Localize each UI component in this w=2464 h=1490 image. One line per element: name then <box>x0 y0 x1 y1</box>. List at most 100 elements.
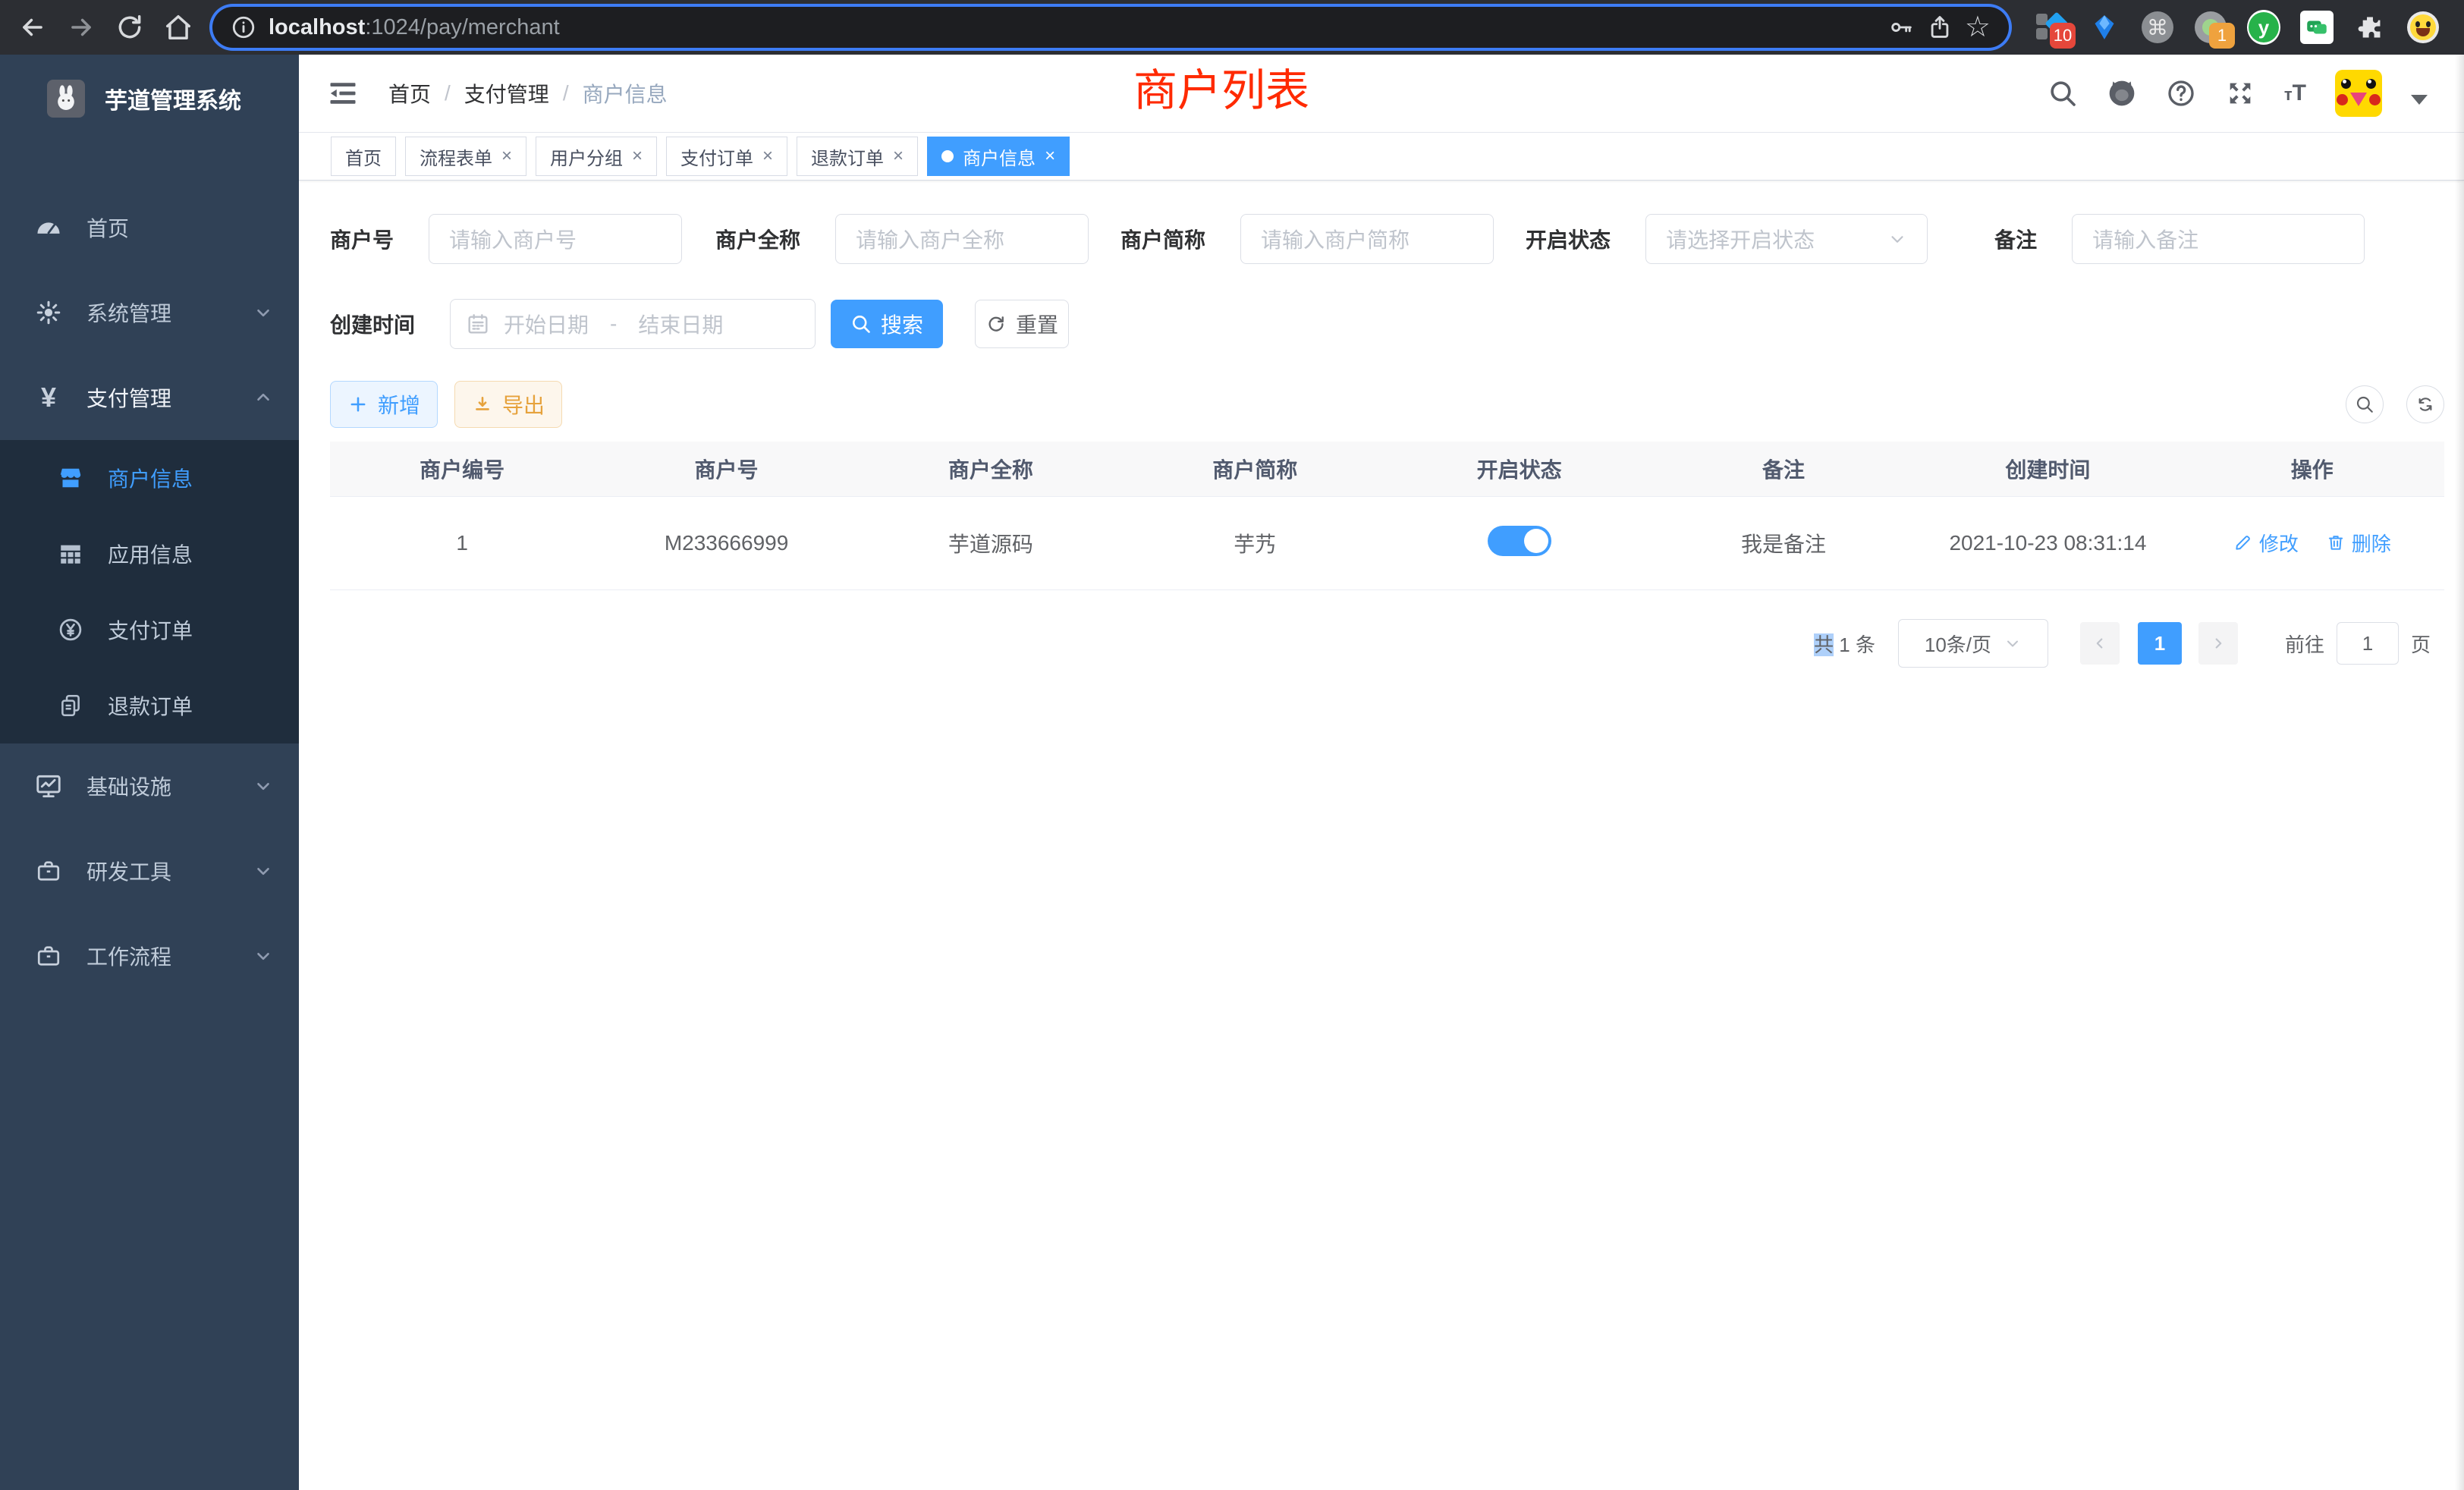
chevron-down-icon <box>1887 229 1907 249</box>
sidebar-item-merchant-info[interactable]: 商户信息 <box>0 440 299 516</box>
browser-forward-icon[interactable] <box>67 13 96 42</box>
help-icon[interactable] <box>2166 78 2196 108</box>
search-icon <box>850 313 872 335</box>
refresh-icon <box>2415 395 2435 414</box>
tab-user-group[interactable]: 用户分组× <box>536 137 657 176</box>
password-key-icon[interactable] <box>1889 14 1915 40</box>
chevron-down-icon <box>2004 634 2022 652</box>
next-page-button[interactable] <box>2198 622 2238 665</box>
trash-icon <box>2326 533 2346 552</box>
sidebar-item-dev-tools[interactable]: 研发工具 <box>0 828 299 913</box>
browser-profile-avatar[interactable] <box>2406 11 2440 44</box>
cell-create-time: 2021-10-23 08:31:14 <box>1916 497 2180 590</box>
prev-page-button[interactable] <box>2080 622 2120 665</box>
merchant-no-label: 商户号 <box>330 224 394 254</box>
chevron-right-icon <box>2210 635 2227 652</box>
breadcrumb-home[interactable]: 首页 <box>388 78 431 108</box>
remark-input[interactable]: 请输入备注 <box>2072 214 2365 264</box>
sidebar-item-pay-order[interactable]: 支付订单 <box>0 592 299 668</box>
tab-process-form[interactable]: 流程表单× <box>405 137 526 176</box>
close-icon[interactable]: × <box>1045 146 1055 167</box>
goto-page-input[interactable] <box>2337 622 2399 665</box>
tab-pay-order[interactable]: 支付订单× <box>666 137 787 176</box>
browser-reload-icon[interactable] <box>115 13 144 42</box>
close-icon[interactable]: × <box>632 146 643 167</box>
delete-link[interactable]: 删除 <box>2326 529 2391 557</box>
store-icon <box>56 464 85 492</box>
close-icon[interactable]: × <box>762 146 773 167</box>
dashboard-icon <box>33 212 64 243</box>
extension-chat-icon[interactable] <box>2300 11 2334 44</box>
edit-link[interactable]: 修改 <box>2233 529 2299 557</box>
col-merchant-id: 商户编号 <box>330 442 594 497</box>
merchant-table: 商户编号 商户号 商户全称 商户简称 开启状态 备注 创建时间 操作 1 <box>330 442 2444 590</box>
page-size-select[interactable]: 10条/页 <box>1898 619 2048 668</box>
date-range-picker[interactable]: 开始日期 - 结束日期 <box>450 299 816 349</box>
sidebar-item-label: 支付管理 <box>86 382 171 413</box>
sidebar-item-label: 应用信息 <box>108 539 193 569</box>
close-icon[interactable]: × <box>501 146 512 167</box>
app-logo-row[interactable]: 芋道管理系统 <box>0 55 299 143</box>
github-icon[interactable] <box>2107 78 2137 108</box>
browser-back-icon[interactable] <box>18 13 47 42</box>
toggle-search-button[interactable] <box>2346 385 2384 423</box>
search-button[interactable]: 搜索 <box>831 300 943 348</box>
remark-label: 备注 <box>1994 224 2037 254</box>
extension-badge: 1 <box>2209 23 2235 49</box>
avatar-caret-icon[interactable] <box>2411 95 2428 105</box>
sidebar-item-infrastructure[interactable]: 基础设施 <box>0 743 299 828</box>
fullscreen-icon[interactable] <box>2225 78 2255 108</box>
user-avatar[interactable] <box>2335 70 2382 117</box>
export-button[interactable]: 导出 <box>454 381 562 428</box>
share-icon[interactable] <box>1927 14 1953 40</box>
sidebar-item-refund-order[interactable]: 退款订单 <box>0 668 299 743</box>
full-name-input[interactable]: 请输入商户全称 <box>835 214 1089 264</box>
extension-y-icon[interactable]: y <box>2247 11 2280 44</box>
tab-refund-order[interactable]: 退款订单× <box>797 137 918 176</box>
extension-tampermonkey-icon[interactable]: 10 <box>2035 11 2068 44</box>
extension-session-icon[interactable]: 1 <box>2194 11 2227 44</box>
extension-gem-icon[interactable] <box>2088 11 2121 44</box>
status-select[interactable]: 请选择开启状态 <box>1645 214 1928 264</box>
short-name-input[interactable]: 请输入商户简称 <box>1240 214 1494 264</box>
search-icon[interactable] <box>2048 78 2078 108</box>
bookmark-star-icon[interactable]: ☆ <box>1965 13 1991 42</box>
col-actions: 操作 <box>2180 442 2444 497</box>
sidebar-item-pay[interactable]: ¥ 支付管理 <box>0 355 299 440</box>
sidebar: 芋道管理系统 首页 系统管理 ¥ <box>0 55 299 1490</box>
merchant-no-input[interactable]: 请输入商户号 <box>429 214 682 264</box>
sidebar-item-label: 退款订单 <box>108 690 193 721</box>
page-1-button[interactable]: 1 <box>2138 622 2182 665</box>
browser-toolbar: localhost:1024/pay/merchant ☆ 10 ⌘ 1 <box>0 0 2464 55</box>
active-dot <box>941 150 954 162</box>
sidebar-item-home[interactable]: 首页 <box>0 185 299 270</box>
main-area: 商户列表 首页 / 支付管理 / 商户信息 тT <box>299 55 2464 1490</box>
sidebar-item-app-info[interactable]: 应用信息 <box>0 516 299 592</box>
page-info-icon[interactable] <box>231 14 256 40</box>
font-size-icon[interactable]: тT <box>2284 80 2306 106</box>
reset-button[interactable]: 重置 <box>975 300 1069 348</box>
sidebar-item-label: 研发工具 <box>86 856 171 886</box>
refresh-table-button[interactable] <box>2406 385 2444 423</box>
browser-home-icon[interactable] <box>164 13 193 42</box>
grid-icon <box>56 539 85 568</box>
extension-command-icon[interactable]: ⌘ <box>2141 11 2174 44</box>
sidebar-collapse-icon[interactable] <box>326 77 360 110</box>
url-bar[interactable]: localhost:1024/pay/merchant ☆ <box>212 7 2009 48</box>
sidebar-item-workflow[interactable]: 工作流程 <box>0 913 299 998</box>
add-button[interactable]: 新增 <box>330 381 438 428</box>
screen: localhost:1024/pay/merchant ☆ 10 ⌘ 1 <box>0 0 2464 1490</box>
documents-icon <box>56 691 85 720</box>
url-text[interactable]: localhost:1024/pay/merchant <box>269 15 560 40</box>
pay-submenu: 商户信息 应用信息 支付订单 <box>0 440 299 743</box>
chevron-down-icon <box>253 861 273 881</box>
extensions-area: 10 ⌘ 1 y <box>2035 11 2440 44</box>
extensions-puzzle-icon[interactable] <box>2353 11 2387 44</box>
breadcrumb-pay[interactable]: 支付管理 <box>464 78 549 108</box>
status-toggle[interactable] <box>1488 526 1551 556</box>
tab-home[interactable]: 首页 <box>331 137 396 176</box>
cell-merchant-id: 1 <box>330 497 594 590</box>
close-icon[interactable]: × <box>893 146 904 167</box>
tab-merchant-info[interactable]: 商户信息× <box>927 137 1070 176</box>
sidebar-item-system[interactable]: 系统管理 <box>0 270 299 355</box>
